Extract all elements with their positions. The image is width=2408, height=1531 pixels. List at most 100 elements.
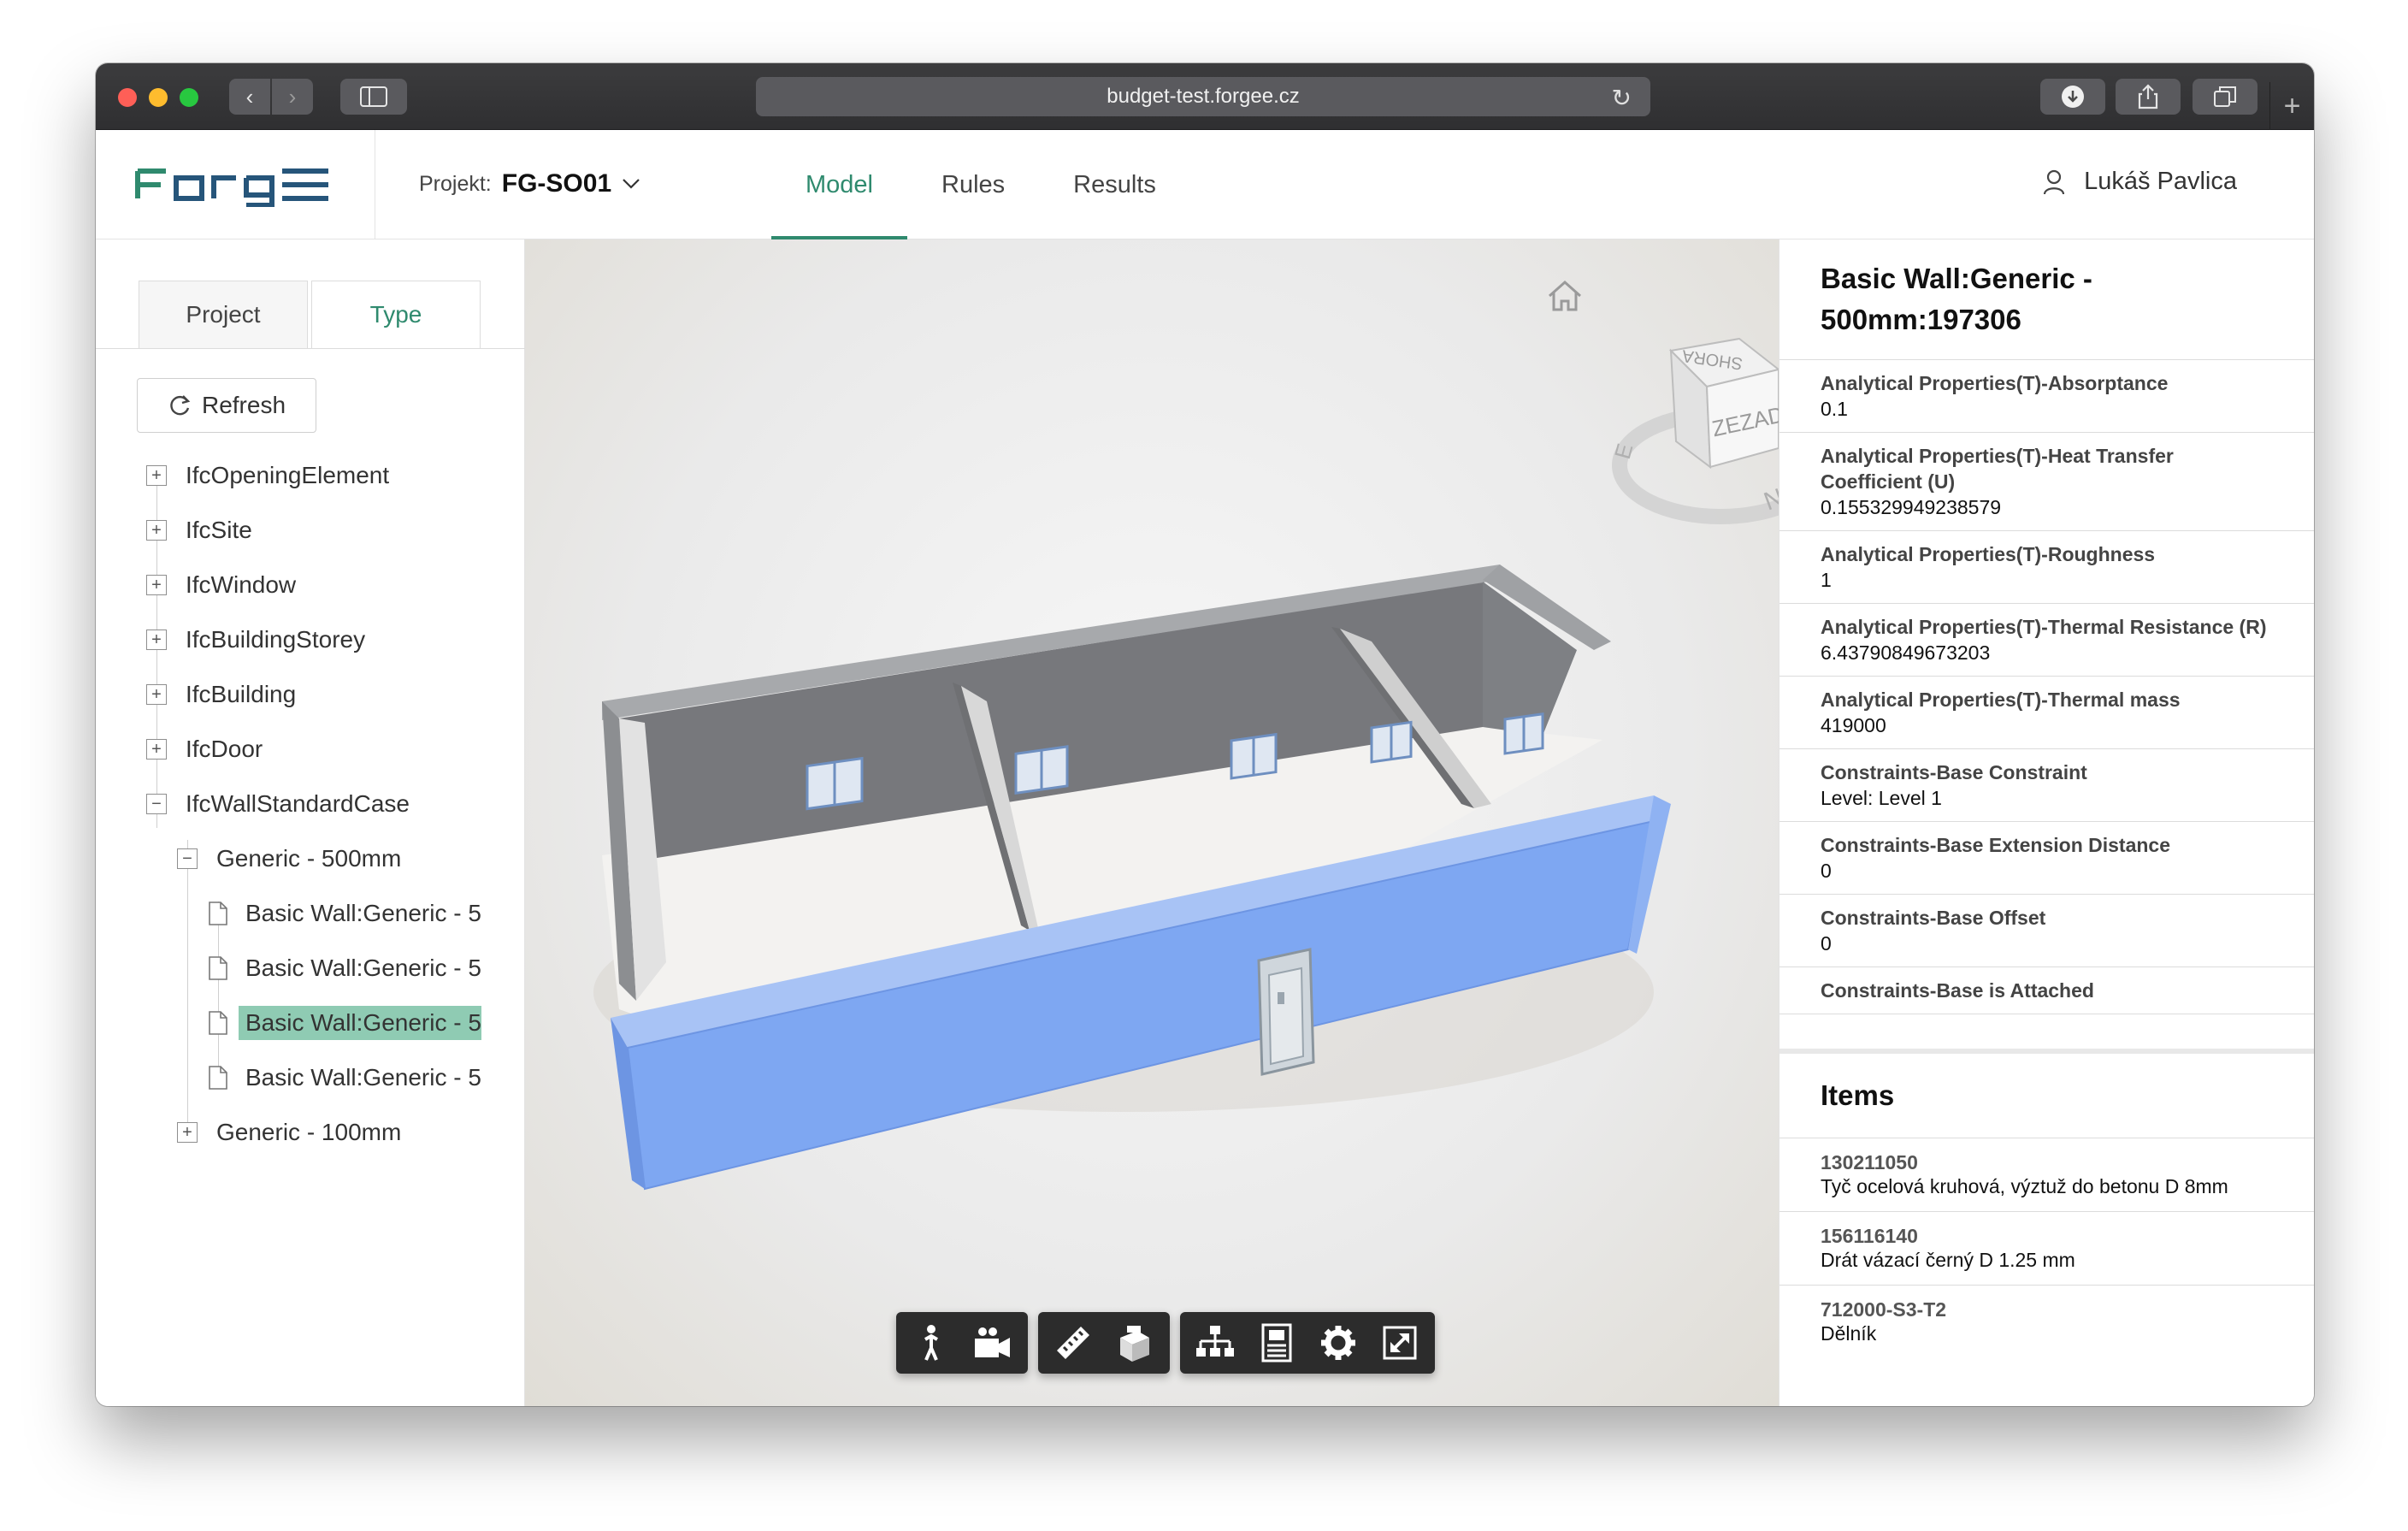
window[interactable]	[1503, 712, 1544, 755]
project-selector[interactable]: Projekt: FG-SO01	[419, 169, 640, 198]
tab-rules[interactable]: Rules	[907, 130, 1039, 239]
list-item[interactable]: 156116140 Drát vázací černý D 1.25 mm	[1779, 1212, 2314, 1286]
property-name: Analytical Properties(T)-Heat Transfer C…	[1821, 445, 2174, 493]
tree-node-label: Basic Wall:Generic - 5	[239, 1006, 481, 1040]
tree-leaf-basic-wall[interactable]: Basic Wall:Generic - 5	[208, 941, 493, 996]
forgee-logo[interactable]	[135, 161, 332, 207]
back-button[interactable]: ‹	[229, 79, 270, 115]
panel-tabs: Project Type	[139, 281, 484, 349]
expand-icon[interactable]: +	[146, 520, 167, 541]
3d-viewer[interactable]: SHORA ZEZADU N E W	[525, 239, 1779, 1406]
property-value: Level: Level 1	[1821, 787, 1942, 809]
tree-node-label: Basic Wall:Generic - 5	[245, 955, 481, 981]
tree-node-ifcbuildingstorey[interactable]: + IfcBuildingStorey	[146, 612, 365, 667]
tree-node-label: IfcBuildingStorey	[186, 626, 366, 653]
tree-leaf-basic-wall[interactable]: Basic Wall:Generic - 5	[208, 886, 493, 941]
item-description: Dělník	[1821, 1322, 1877, 1345]
show-tabs-button[interactable]	[2193, 79, 2258, 115]
property-name: Analytical Properties(T)-Thermal mass	[1821, 689, 2181, 711]
properties-button[interactable]	[1254, 1320, 1300, 1366]
project-label: Projekt:	[419, 171, 492, 196]
property-row: Constraints-Base Constraint Level: Level …	[1779, 749, 2314, 822]
property-name: Analytical Properties(T)-Thermal Resista…	[1821, 616, 2267, 638]
tree-node-ifcwallstandardcase[interactable]: − IfcWallStandardCase	[146, 777, 410, 831]
property-value: 0	[1821, 932, 1832, 955]
viewer-toolbar-navigation	[896, 1312, 1028, 1374]
expand-icon[interactable]: +	[146, 465, 167, 486]
minimize-window-button[interactable]	[149, 88, 168, 107]
tab-results[interactable]: Results	[1039, 130, 1190, 239]
window[interactable]	[1370, 720, 1413, 764]
tree-node-ifcwindow[interactable]: + IfcWindow	[146, 558, 296, 612]
first-person-button[interactable]	[908, 1320, 954, 1366]
tree-node-ifcbuilding[interactable]: + IfcBuilding	[146, 667, 296, 722]
forward-button[interactable]: ›	[272, 79, 313, 115]
fullscreen-button[interactable]	[1377, 1320, 1423, 1366]
window[interactable]	[1230, 732, 1278, 780]
reload-icon[interactable]: ↻	[1612, 84, 1632, 112]
item-code: 712000-S3-T2	[1821, 1298, 1947, 1321]
tree-node-label: IfcWindow	[186, 571, 297, 598]
expand-icon[interactable]: +	[146, 684, 167, 705]
collapse-icon[interactable]: −	[177, 848, 198, 869]
expand-icon[interactable]: +	[146, 630, 167, 650]
measure-button[interactable]	[1050, 1320, 1096, 1366]
property-name: Analytical Properties(T)-Roughness	[1821, 543, 2156, 565]
property-value: 419000	[1821, 714, 1886, 736]
camera-button[interactable]	[970, 1320, 1016, 1366]
collapse-icon[interactable]: −	[146, 794, 167, 814]
expand-icon[interactable]: +	[177, 1122, 198, 1143]
list-item[interactable]: 712000-S3-T2 Dělník	[1779, 1286, 2314, 1359]
tree-node-ifcopeningelement[interactable]: + IfcOpeningElement	[146, 448, 389, 503]
user-menu[interactable]: Lukáš Pavlica	[2043, 168, 2237, 196]
user-icon	[2043, 169, 2065, 194]
model-browser-button[interactable]	[1192, 1320, 1238, 1366]
tree-leaf-basic-wall-selected[interactable]: Basic Wall:Generic - 5	[208, 996, 481, 1050]
tree-node-generic-500mm[interactable]: − Generic - 500mm	[177, 831, 401, 886]
tab-model[interactable]: Model	[771, 130, 907, 239]
close-window-button[interactable]	[118, 88, 137, 107]
main-nav: Model Rules Results	[771, 130, 1190, 239]
list-item[interactable]: 130211050 Tyč ocelová kruhová, výztuž do …	[1779, 1138, 2314, 1212]
refresh-label: Refresh	[201, 392, 286, 418]
sidebar-icon	[360, 86, 387, 107]
tab-project[interactable]: Project	[139, 281, 308, 349]
tab-type[interactable]: Type	[311, 281, 481, 349]
tree-node-ifcsite[interactable]: + IfcSite	[146, 503, 252, 558]
building-model[interactable]	[525, 239, 1779, 1406]
tree-leaf-basic-wall[interactable]: Basic Wall:Generic - 5	[208, 1050, 493, 1105]
new-tab-button[interactable]: +	[2269, 82, 2314, 130]
property-row: Analytical Properties(T)-Heat Transfer C…	[1779, 433, 2314, 531]
zoom-window-button[interactable]	[180, 88, 198, 107]
view-cube[interactable]: SHORA ZEZADU N E W	[1611, 322, 1779, 527]
property-value: 0.1	[1821, 398, 1848, 420]
tree-node-label: IfcSite	[186, 517, 252, 543]
home-icon[interactable]	[1546, 279, 1584, 313]
window[interactable]	[1014, 745, 1069, 795]
address-bar[interactable]: budget-test.forgee.cz ↻	[756, 77, 1650, 116]
door[interactable]	[1257, 948, 1315, 1076]
tree-node-generic-100mm[interactable]: + Generic - 100mm	[177, 1105, 401, 1160]
property-row: Analytical Properties(T)-Absorptance 0.1	[1779, 360, 2314, 433]
downloads-button[interactable]	[2040, 79, 2105, 115]
section-icon	[1120, 1326, 1149, 1362]
tree-node-ifcdoor[interactable]: + IfcDoor	[146, 722, 263, 777]
tabs-icon	[2214, 86, 2236, 107]
tree-node-label: IfcDoor	[186, 736, 263, 762]
share-button[interactable]	[2116, 79, 2181, 115]
settings-button[interactable]	[1315, 1320, 1361, 1366]
refresh-button[interactable]: Refresh	[137, 378, 316, 433]
expand-icon[interactable]: +	[146, 739, 167, 760]
window[interactable]	[806, 756, 864, 811]
property-value: 0	[1821, 860, 1832, 882]
property-value: 6.43790849673203	[1821, 641, 1991, 664]
expand-icon[interactable]: +	[146, 575, 167, 595]
user-name: Lukáš Pavlica	[2084, 168, 2237, 195]
section-button[interactable]	[1112, 1320, 1158, 1366]
viewer-toolbar-settings	[1180, 1312, 1435, 1374]
tree-node-label: Generic - 100mm	[216, 1119, 402, 1145]
property-name: Constraints-Base Offset	[1821, 907, 2046, 929]
property-row: Constraints-Base Offset 0	[1779, 895, 2314, 967]
sidebar-toggle-button[interactable]	[340, 79, 407, 115]
property-list[interactable]: Analytical Properties(T)-Absorptance 0.1 …	[1779, 359, 2314, 1043]
